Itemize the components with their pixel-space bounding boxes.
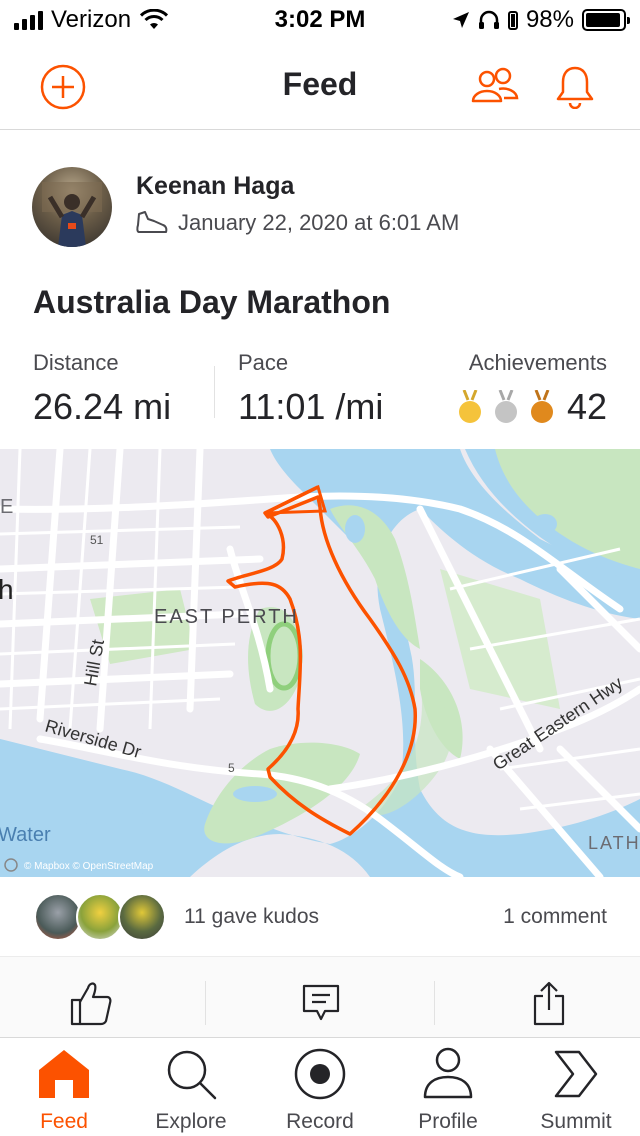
achievements-medals: 42 — [457, 386, 607, 428]
headphones-icon — [478, 10, 499, 29]
map-canvas: E 51 h EAST PERTH Hill St Riverside Dr 5… — [0, 449, 640, 877]
map-label-route-51: 51 — [90, 533, 104, 547]
activity-date: January 22, 2020 at 6:01 AM — [178, 210, 460, 235]
record-icon — [294, 1048, 346, 1100]
thumbs-up-icon — [70, 982, 112, 1026]
status-bar: Verizon 3:02 PM 98% — [0, 0, 640, 40]
tab-feed[interactable]: Feed — [0, 1046, 128, 1136]
home-icon — [39, 1050, 89, 1098]
comment-count[interactable]: 1 comment — [503, 905, 607, 929]
profile-icon — [423, 1047, 473, 1099]
kudos-row[interactable]: 11 gave kudos 1 comment — [0, 877, 640, 957]
map-label-edge-h: h — [0, 574, 14, 605]
map-attribution: © Mapbox © OpenStreetMap — [24, 861, 154, 872]
distance-label: Distance — [33, 350, 119, 375]
tab-label: Summit — [540, 1110, 612, 1133]
gold-medal-icon — [458, 390, 481, 423]
share-button[interactable] — [525, 979, 573, 1027]
map-label-route-5: 5 — [228, 761, 235, 775]
kudos-button[interactable] — [67, 979, 115, 1027]
tab-record[interactable]: Record — [256, 1046, 384, 1136]
activity-title[interactable]: Australia Day Marathon — [33, 284, 390, 321]
kudos-avatar — [34, 893, 82, 941]
pace-stat: Pace 11:01 /mi — [238, 350, 383, 428]
summit-chevron-icon — [554, 1050, 598, 1098]
action-divider — [434, 981, 435, 1025]
find-friends-button[interactable] — [470, 62, 520, 112]
status-right: 98% — [452, 6, 630, 34]
tab-summit[interactable]: Summit — [512, 1046, 640, 1136]
search-icon — [167, 1050, 217, 1100]
tab-label: Record — [286, 1110, 354, 1133]
achievements-label: Achievements — [468, 350, 607, 375]
battery-icon — [582, 9, 630, 31]
page-title: Feed — [282, 66, 358, 102]
bronze-medal-icon — [530, 390, 553, 423]
achievements-stat: Achievements 42 — [457, 350, 607, 428]
athlete-name[interactable]: Keenan Haga — [136, 172, 294, 201]
nav-bar: Feed — [0, 40, 640, 130]
athlete-avatar[interactable] — [32, 167, 112, 247]
kudos-avatars[interactable] — [34, 893, 174, 943]
pace-value: 11:01 /mi — [238, 386, 384, 427]
achievements-count: 42 — [566, 386, 607, 427]
silver-medal-icon — [494, 390, 517, 423]
tab-label: Profile — [418, 1110, 478, 1133]
shoe-icon — [136, 211, 168, 233]
comment-icon — [302, 984, 340, 1021]
tab-label: Explore — [155, 1110, 227, 1133]
map-label-lath: LATH — [588, 833, 640, 853]
kudos-avatar — [118, 893, 166, 941]
stat-divider — [214, 366, 215, 418]
battery-percent: 98% — [525, 6, 574, 33]
kudos-avatar — [76, 893, 124, 941]
comment-button[interactable] — [297, 979, 345, 1027]
tab-profile[interactable]: Profile — [384, 1046, 512, 1136]
pace-label: Pace — [238, 350, 289, 375]
activity-meta: January 22, 2020 at 6:01 AM — [136, 210, 459, 236]
share-icon — [533, 981, 565, 1026]
action-divider — [205, 981, 206, 1025]
map-label-east-perth: EAST PERTH — [154, 606, 299, 628]
avatar-photo — [42, 182, 102, 247]
notifications-button[interactable] — [550, 62, 600, 112]
route-map[interactable]: E 51 h EAST PERTH Hill St Riverside Dr 5… — [0, 449, 640, 877]
location-arrow-icon — [452, 12, 469, 28]
battery-small-icon — [507, 11, 518, 30]
bell-icon — [556, 66, 594, 109]
tab-label: Feed — [40, 1110, 88, 1133]
map-label-edge-e: E — [0, 496, 13, 518]
people-icon — [471, 67, 519, 103]
kudos-count[interactable]: 11 gave kudos — [184, 905, 319, 929]
action-row — [0, 957, 640, 1037]
tab-explore[interactable]: Explore — [127, 1046, 255, 1136]
distance-stat: Distance 26.24 mi — [33, 350, 171, 428]
map-label-water: Water — [0, 824, 51, 846]
distance-value: 26.24 mi — [33, 386, 172, 427]
tab-bar: Feed Explore Record Profile Summit — [0, 1037, 640, 1136]
